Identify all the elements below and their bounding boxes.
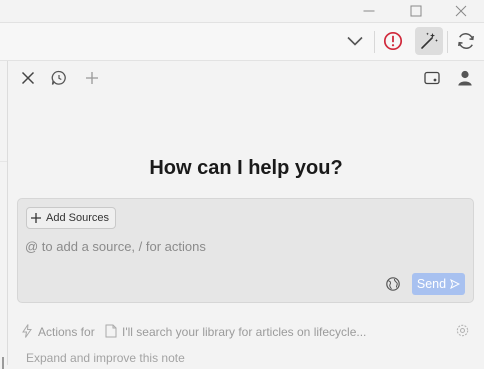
alert-button[interactable] [379,27,407,55]
gutter-divider [0,161,7,162]
sync-button[interactable] [452,27,480,55]
window-close-button[interactable] [446,0,476,22]
title-bar [0,0,484,23]
add-sources-button[interactable]: Add Sources [26,207,116,229]
user-icon [458,70,472,86]
actions-label: Actions for [38,325,95,339]
document-icon [105,324,117,338]
send-icon [450,279,461,289]
suggestion-item[interactable]: Expand and improve this note [26,351,185,365]
assistant-panel: How can I help you? Add Sources @ to add… [8,61,484,365]
layout-button[interactable] [421,67,443,89]
close-icon [455,5,467,17]
maximize-icon [410,5,422,17]
composer[interactable]: Add Sources @ to add a source, / for act… [17,198,474,303]
dropdown-button[interactable] [341,27,369,55]
globe-icon [386,277,400,291]
layout-icon [424,71,440,85]
toolbar-divider [447,31,448,53]
send-label: Send [416,277,447,291]
close-icon [21,71,35,85]
send-button[interactable]: Send [412,273,465,295]
chevron-down-icon [347,36,363,46]
new-chat-icon [86,72,98,84]
alert-circle-icon [383,31,403,51]
minimize-icon [363,10,375,12]
settings-icon [456,324,469,337]
message-input[interactable]: @ to add a source, / for actions [25,239,206,254]
sync-icon [458,33,474,49]
left-gutter [0,61,8,369]
chat-history-icon [51,70,66,85]
action-suggestion[interactable]: I'll search your library for articles on… [122,325,366,339]
magic-wand-icon [421,32,438,49]
page-title: How can I help you? [149,157,343,179]
toolbar [0,23,484,61]
web-search-toggle[interactable] [384,275,402,293]
minimize-button[interactable] [354,0,384,22]
user-account-button[interactable] [454,67,476,89]
lightning-icon [22,324,32,338]
close-panel-button[interactable] [17,67,39,89]
resize-handle[interactable] [2,357,4,369]
actions-row[interactable]: Actions for I'll search your library for… [22,324,472,340]
add-sources-label: Add Sources [46,212,109,224]
chat-history-button[interactable] [48,67,70,89]
toolbar-divider [374,31,375,53]
plus-icon [31,213,41,223]
assistant-toggle-button[interactable] [415,27,443,55]
maximize-button[interactable] [401,0,431,22]
new-chat-button[interactable] [81,67,103,89]
